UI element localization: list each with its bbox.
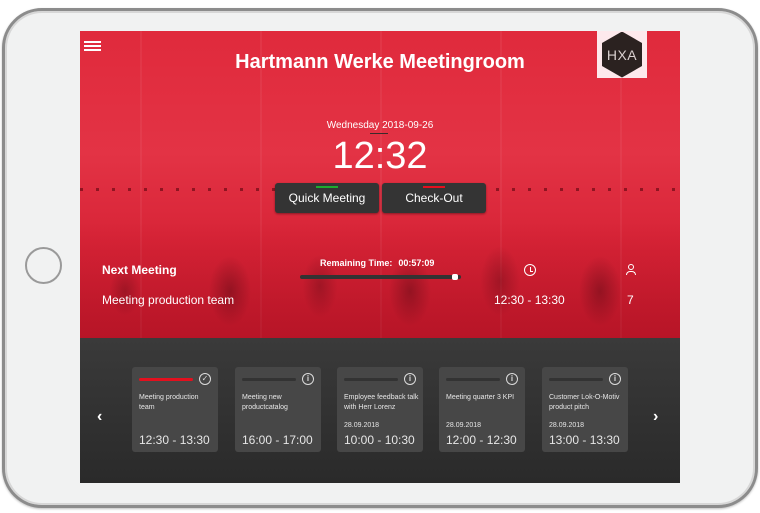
quick-meeting-indicator <box>316 186 338 188</box>
check-out-button[interactable]: Check-Out <box>382 183 486 213</box>
remaining-time-progress <box>300 274 461 280</box>
page-title: Hartmann Werke Meetingroom <box>235 51 525 73</box>
current-meeting-time: 12:30 - 13:30 <box>494 293 565 307</box>
person-icon <box>626 264 636 276</box>
meeting-status-bar <box>139 378 193 381</box>
room-display-screen: Hartmann Werke Meetingroom HXA Wednesday… <box>80 31 680 483</box>
meeting-card-title: Employee feedback talk with Herr Lorenz <box>344 394 419 411</box>
meeting-status-bar <box>446 378 500 381</box>
quick-meeting-button[interactable]: Quick Meeting <box>275 183 379 213</box>
date-divider <box>370 133 388 134</box>
quick-meeting-label: Quick Meeting <box>288 191 366 205</box>
meeting-card-time: 12:00 - 12:30 <box>446 433 517 447</box>
info-circle-icon[interactable]: i <box>404 373 416 385</box>
meeting-card-date: 28.09.2018 <box>344 422 380 429</box>
meeting-card[interactable]: ✓ Meeting production team 12:30 - 13:30 <box>132 367 218 452</box>
check-out-indicator <box>423 186 445 188</box>
meeting-card[interactable]: i Customer Lok-O-Motiv product pitch 28.… <box>542 367 628 452</box>
meeting-card-time: 16:00 - 17:00 <box>242 433 313 447</box>
meeting-card[interactable]: i Employee feedback talk with Herr Loren… <box>337 367 423 452</box>
progress-knob <box>451 274 458 280</box>
info-circle-icon[interactable]: i <box>302 373 314 385</box>
current-meeting-attendees: 7 <box>627 293 634 307</box>
meeting-status-bar <box>344 378 398 381</box>
meeting-card-date: 28.09.2018 <box>446 422 482 429</box>
current-meeting-name: Meeting production team <box>102 293 235 307</box>
check-circle-icon[interactable]: ✓ <box>199 373 211 385</box>
meeting-card-title: Customer Lok-O-Motiv product pitch <box>549 394 620 411</box>
meeting-card-title: Meeting new productcatalog <box>242 394 288 411</box>
chevron-right-icon[interactable]: › <box>653 408 658 426</box>
remaining-time: Remaining Time: 00:57:09 <box>320 258 434 268</box>
meeting-card-date: 28.09.2018 <box>549 422 585 429</box>
hero-section: Hartmann Werke Meetingroom HXA Wednesday… <box>80 31 680 338</box>
current-date: Wednesday 2018-09-26 <box>326 120 434 131</box>
meeting-card[interactable]: i Meeting new productcatalog 16:00 - 17:… <box>235 367 321 452</box>
meeting-card-time: 10:00 - 10:30 <box>344 433 415 447</box>
chevron-left-icon[interactable]: ‹ <box>97 408 102 426</box>
info-circle-icon[interactable]: i <box>609 373 621 385</box>
meeting-card-title: Meeting production team <box>139 394 199 411</box>
meeting-card[interactable]: i Meeting quarter 3 KPI 28.09.2018 12:00… <box>439 367 525 452</box>
info-circle-icon[interactable]: i <box>506 373 518 385</box>
decorative-dotted-line <box>80 188 680 191</box>
current-time: 12:32 <box>332 135 428 177</box>
clock-icon <box>524 264 536 276</box>
meeting-status-bar <box>549 378 603 381</box>
background-photo <box>80 221 680 338</box>
home-button[interactable] <box>25 247 62 284</box>
company-logo: HXA <box>597 31 647 78</box>
remaining-time-value: 00:57:09 <box>398 258 435 268</box>
meeting-carousel: ‹ › ✓ Meeting production team 12:30 - 13… <box>80 338 680 483</box>
meeting-card-time: 13:00 - 13:30 <box>549 433 620 447</box>
check-out-label: Check-Out <box>405 191 463 205</box>
meeting-card-title: Meeting quarter 3 KPI <box>446 394 515 401</box>
logo-hexagon-icon: HXA <box>602 31 642 78</box>
meeting-card-time: 12:30 - 13:30 <box>139 433 210 447</box>
remaining-time-label: Remaining Time: <box>320 258 393 268</box>
meeting-status-bar <box>242 378 296 381</box>
next-meeting-heading: Next Meeting <box>102 263 177 277</box>
